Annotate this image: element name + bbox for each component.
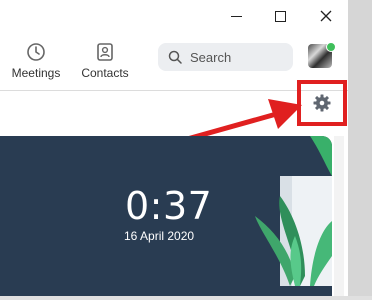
zoom-app-window: Meetings Contacts Search 0:37 16 April 2… (0, 0, 372, 300)
window-frame (348, 0, 372, 300)
online-status-indicator (326, 42, 336, 52)
close-icon (320, 10, 332, 22)
search-input[interactable]: Search (158, 43, 293, 71)
nav-meetings[interactable]: Meetings (8, 42, 64, 80)
title-bar (0, 0, 348, 32)
maximize-icon (274, 10, 286, 22)
settings-button[interactable] (297, 80, 347, 126)
close-button[interactable] (304, 0, 348, 32)
contact-card-icon (97, 43, 113, 61)
scrollbar[interactable] (334, 136, 344, 296)
search-placeholder: Search (190, 49, 232, 65)
minimize-icon (230, 15, 242, 17)
gear-icon (313, 94, 331, 112)
maximize-button[interactable] (258, 0, 302, 32)
search-icon (168, 50, 182, 64)
nav-contacts-label: Contacts (81, 66, 129, 80)
current-date: 16 April 2020 (124, 229, 195, 243)
window-frame-bottom (0, 296, 372, 300)
minimize-button[interactable] (214, 0, 258, 32)
home-clock-card: 0:37 16 April 2020 (0, 136, 332, 296)
nav-contacts[interactable]: Contacts (76, 42, 134, 80)
top-navigation: Meetings Contacts Search (0, 32, 348, 91)
plant-illustration (255, 136, 332, 286)
clock-icon (27, 43, 45, 61)
user-avatar-button[interactable] (308, 42, 336, 70)
nav-meetings-label: Meetings (11, 66, 61, 80)
current-time: 0:37 (125, 184, 213, 228)
